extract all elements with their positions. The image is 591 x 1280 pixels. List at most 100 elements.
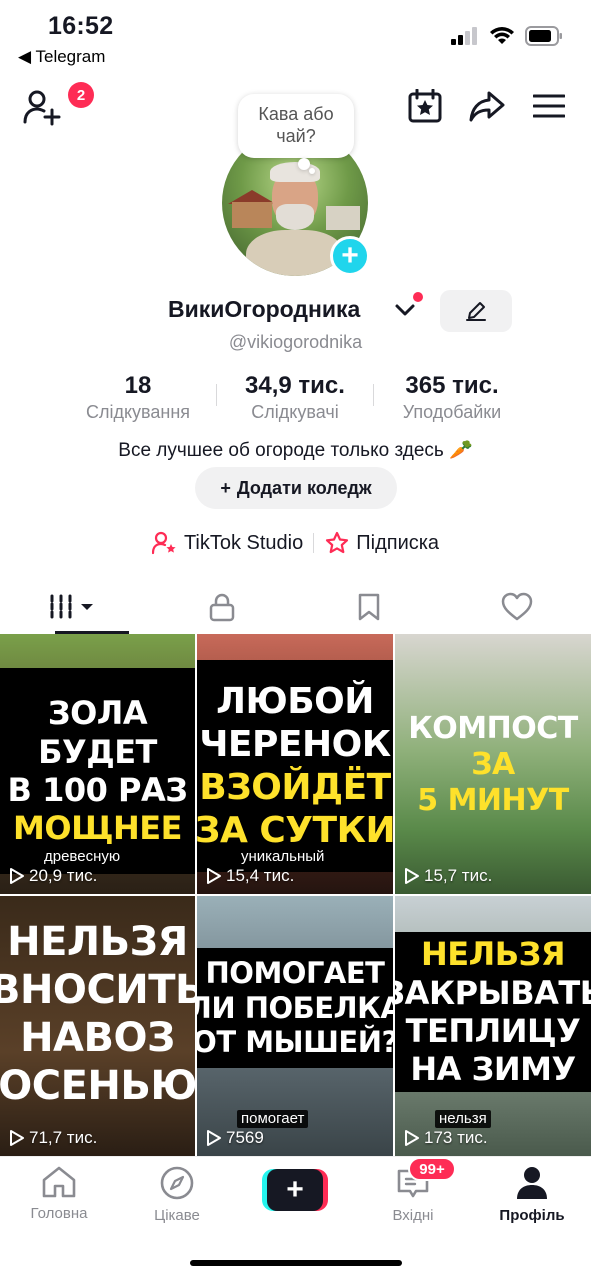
video-title-line: ЛИ ПОБЕЛКА: [197, 990, 393, 1025]
view-count: 173 тис.: [404, 1128, 488, 1148]
username: @vikiogorodnika: [228, 332, 363, 352]
tab-videos[interactable]: [0, 580, 148, 634]
nav-home[interactable]: Головна: [4, 1165, 114, 1222]
video-caption: древесную: [40, 848, 125, 866]
video-title-line: КОМПОСТ: [408, 711, 578, 746]
view-count-value: 15,4 тис.: [226, 866, 295, 885]
subscription-label: Підписка: [356, 531, 440, 554]
calendar-star-icon: [408, 89, 442, 123]
stat-likes[interactable]: 365 тис. Уподобайки: [374, 372, 530, 423]
profile-bio: Все лучшее об огороде только здесь 🥕: [118, 440, 473, 461]
add-college-label: Додати коледж: [236, 477, 372, 498]
status-bubble[interactable]: Кава або чай?: [238, 94, 354, 158]
nav-label: Цікаве: [154, 1207, 200, 1224]
video-thumbnail[interactable]: НЕЛЬЗЯЗАКРЫВАТЬТЕПЛИЦУНА ЗИМУ нельзя 173…: [395, 896, 591, 1156]
video-thumbnail[interactable]: НЕЛЬЗЯ ВНОСИТЬ НАВОЗ ОСЕНЬЮ 71,7 тис.: [0, 896, 195, 1156]
cellular-signal-icon: [451, 27, 477, 45]
video-title-line: ЗОЛА: [47, 694, 148, 733]
content-tabs: [0, 580, 591, 634]
profile-stats: 18 Слідкування 34,9 тис. Слідкувачі 365 …: [60, 372, 530, 428]
view-count-value: 15,7 тис.: [424, 866, 493, 885]
video-title-line: НЕЛЬЗЯ: [421, 935, 565, 974]
lock-icon: [209, 593, 234, 622]
video-title-line: ВНОСИТЬ: [0, 967, 195, 1013]
view-count: 20,9 тис.: [9, 866, 97, 886]
studio-person-icon: [151, 531, 176, 555]
view-count-value: 20,9 тис.: [29, 866, 98, 885]
view-count: 7569: [206, 1128, 264, 1148]
plus-icon: +: [220, 477, 231, 498]
view-count-value: 7569: [226, 1128, 264, 1147]
play-icon: [10, 868, 24, 884]
video-grid: ЗОЛА БУДЕТ В 100 РАЗ МОЩНЕЕ древесную 20,9 …: [0, 634, 591, 1156]
video-title-line: ПОМОГАЕТ: [205, 955, 385, 990]
stat-label: Уподобайки: [402, 402, 502, 422]
video-title-line: ТЕПЛИЦУ: [405, 1012, 581, 1050]
system-icons: [451, 26, 563, 46]
add-friends-button[interactable]: 2: [22, 82, 94, 128]
video-grid-icon: [50, 594, 93, 620]
profile-icon: [517, 1167, 547, 1199]
share-arrow-icon: [469, 91, 505, 122]
video-title-line: ЛЮБОЙ: [216, 680, 374, 722]
video-thumbnail[interactable]: КОМПОСТ ЗА 5 МИНУТ 15,7 тис.: [395, 634, 591, 894]
video-title-line: ЗА СУТКИ: [197, 810, 393, 852]
video-title-overlay: НЕЛЬЗЯЗАКРЫВАТЬТЕПЛИЦУНА ЗИМУ: [395, 932, 591, 1092]
calendar-button[interactable]: [407, 88, 443, 124]
view-count-value: 173 тис.: [424, 1128, 488, 1147]
video-title-line: ВЗОЙДЁТ: [199, 767, 391, 808]
video-title-overlay: НЕЛЬЗЯ ВНОСИТЬ НАВОЗ ОСЕНЬЮ: [0, 914, 195, 1114]
inbox-badge: 99+: [408, 1157, 456, 1181]
add-college-button[interactable]: + Додати коледж: [195, 467, 397, 509]
nav-label: Профіль: [499, 1207, 565, 1224]
menu-button[interactable]: [531, 88, 567, 124]
tab-private[interactable]: [148, 580, 296, 634]
video-title-overlay: ПОМОГАЕТ ЛИ ПОБЕЛКА ОТ МЫШЕЙ?: [197, 948, 393, 1068]
tab-liked[interactable]: [443, 580, 591, 634]
bookmark-icon: [359, 593, 380, 621]
video-title-line: НА ЗИМУ: [410, 1050, 576, 1089]
nav-profile[interactable]: Профіль: [477, 1165, 587, 1224]
share-button[interactable]: [469, 88, 505, 124]
tab-favorites[interactable]: [296, 580, 444, 634]
nav-label: Головна: [30, 1205, 88, 1222]
status-time: 16:52: [48, 12, 114, 40]
home-indicator: [190, 1260, 402, 1266]
tiktok-studio-label: TikTok Studio: [183, 531, 304, 554]
back-to-telegram[interactable]: ◀ Telegram: [18, 47, 105, 67]
wifi-icon: [490, 26, 514, 44]
stat-value: 18: [124, 372, 152, 399]
create-button[interactable]: +: [262, 1169, 328, 1211]
video-title-line: МОЩНЕЕ: [13, 809, 182, 848]
nav-discover[interactable]: Цікаве: [122, 1165, 232, 1224]
video-title-line: ОСЕНЬЮ: [0, 1063, 195, 1109]
stat-label: Слідкування: [85, 402, 191, 422]
nav-label: Вхідні: [392, 1207, 434, 1224]
play-icon: [10, 1130, 24, 1146]
stat-followers[interactable]: 34,9 тис. Слідкувачі: [217, 372, 373, 423]
home-icon: [42, 1166, 76, 1198]
video-caption: уникальный: [237, 848, 329, 866]
edit-profile-button[interactable]: [440, 290, 512, 332]
view-count: 15,7 тис.: [404, 866, 492, 886]
stat-following[interactable]: 18 Слідкування: [60, 372, 216, 423]
video-thumbnail[interactable]: ПОМОГАЕТ ЛИ ПОБЕЛКА ОТ МЫШЕЙ? помогает 756…: [197, 896, 393, 1156]
hamburger-menu-icon: [533, 94, 565, 118]
stat-label: Слідкувачі: [251, 402, 339, 422]
tiktok-studio-link[interactable]: TikTok Studio: [151, 531, 304, 555]
chevron-down-icon[interactable]: [394, 302, 416, 318]
video-thumbnail[interactable]: ЛЮБОЙ ЧЕРЕНОК ВЗОЙДЁТ ЗА СУТКИ уникальный 1…: [197, 634, 393, 894]
video-title-line: В 100 РАЗ: [7, 771, 188, 809]
video-title-line: ОТ МЫШЕЙ?: [197, 1025, 393, 1060]
subscription-star-icon: [326, 531, 349, 554]
subscription-link[interactable]: Підписка: [324, 531, 439, 555]
link-separator: [313, 533, 315, 553]
video-title-overlay: ЗОЛА БУДЕТ В 100 РАЗ МОЩНЕЕ: [0, 668, 195, 874]
view-count: 15,4 тис.: [206, 866, 294, 886]
play-icon: [405, 1130, 419, 1146]
video-thumbnail[interactable]: ЗОЛА БУДЕТ В 100 РАЗ МОЩНЕЕ древесную 20,9 …: [0, 634, 195, 894]
add-avatar-plus-icon[interactable]: +: [330, 236, 370, 276]
video-title-line: 5 МИНУТ: [417, 783, 569, 818]
display-name[interactable]: ВикиОгородника: [168, 296, 360, 323]
video-caption: помогает: [237, 1110, 309, 1128]
